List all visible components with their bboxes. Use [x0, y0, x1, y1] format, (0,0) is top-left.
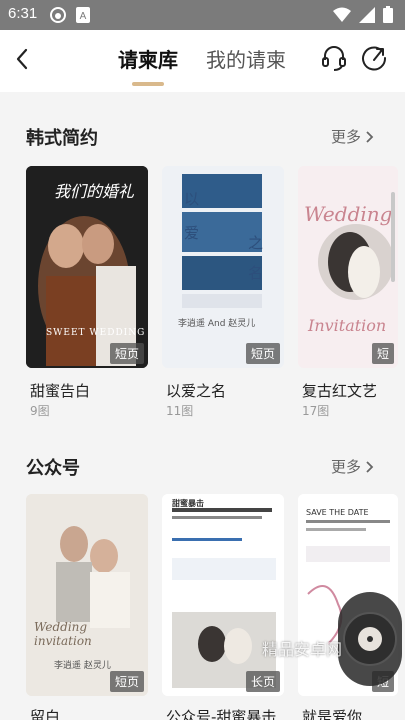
active-tab-indicator: [132, 82, 164, 86]
page-type-badge: 短页: [109, 343, 144, 364]
card-image-count: 11图: [166, 404, 194, 418]
card-image-count: 17图: [302, 404, 330, 418]
cover-char-3: 之: [248, 234, 264, 252]
battery-icon: [383, 6, 393, 23]
status-icons: [333, 6, 393, 23]
cover-image: [298, 166, 398, 368]
cover-image: [162, 166, 284, 368]
template-card-sweet-confession[interactable]: 我们的婚礼 SWEET WEDDING 短页: [26, 166, 148, 368]
cover-subtitle: Invitation: [308, 316, 387, 335]
page-type-badge: 短页: [245, 343, 280, 364]
wifi-icon: [333, 7, 351, 22]
template-card-in-the-name-of-love[interactable]: 以 爱 之 名 李逍遥 And 赵灵儿 短页: [162, 166, 284, 368]
card-title: 以爱之名: [166, 382, 227, 400]
card-title: 公众号-甜蜜暴击: [166, 708, 277, 720]
cover-names: 李逍遥 赵灵儿: [54, 661, 111, 671]
chevron-right-icon: [366, 130, 374, 143]
more-link-official-account[interactable]: 更多: [331, 456, 375, 477]
keyboard-a-icon: A: [76, 7, 90, 23]
cover-char-1: 以: [184, 190, 200, 208]
card-title: 就是爱你: [302, 708, 363, 720]
share-icon[interactable]: [360, 44, 388, 72]
headset-status-icon: [50, 7, 66, 23]
status-bar: 6:31 A: [0, 0, 405, 30]
section-title-official-account: 公众号: [26, 458, 80, 479]
more-link-korean-simple[interactable]: 更多: [331, 126, 375, 147]
cover-char-2: 爱: [184, 224, 200, 242]
template-card-sweet-crit[interactable]: 甜蜜暴击 长页: [162, 494, 284, 696]
card-image-count: 9图: [30, 404, 50, 418]
card-title: 留白: [30, 708, 61, 720]
cover-subtitle: SWEET WEDDING: [46, 328, 146, 338]
tab-invitation-library[interactable]: 请柬库: [118, 44, 178, 73]
card-title: 甜蜜告白: [30, 382, 91, 400]
template-card-blank[interactable]: Wedding invitation 李逍遥 赵灵儿 短页: [26, 494, 148, 696]
header: 请柬库 我的请柬: [0, 30, 405, 92]
cover-title: SAVE THE DATE: [306, 508, 369, 517]
page-type-badge: 长页: [245, 671, 280, 692]
signal-icon: [359, 6, 375, 23]
page-type-badge: 短: [371, 343, 394, 364]
chevron-right-icon: [366, 460, 374, 473]
cover-title: Wedding: [304, 202, 393, 226]
cover-char-4: 名: [248, 264, 264, 282]
card-title: 复古红文艺: [302, 382, 378, 400]
customer-service-icon[interactable]: [320, 44, 348, 72]
disc-icon: [343, 612, 397, 666]
cover-title: Wedding invitation: [34, 620, 92, 648]
section-title-korean-simple: 韩式简约: [26, 128, 98, 149]
more-label: 更多: [330, 458, 361, 476]
back-icon[interactable]: [12, 46, 34, 72]
cover-image: [162, 494, 284, 696]
page-type-badge: 短页: [109, 671, 144, 692]
watermark-text: 精品安卓网: [262, 640, 343, 659]
template-card-retro-red-art[interactable]: Wedding Invitation 短: [298, 166, 398, 368]
cover-title: 我们的婚礼: [54, 182, 135, 201]
floating-music-button[interactable]: [338, 592, 402, 686]
status-time: 6:31: [8, 5, 38, 22]
svg-text:A: A: [80, 11, 87, 22]
more-label: 更多: [330, 128, 361, 146]
cover-names: 李逍遥 And 赵灵儿: [178, 319, 256, 329]
scrollbar[interactable]: [391, 192, 395, 282]
cover-title: 甜蜜暴击: [172, 499, 204, 508]
tab-my-invitations[interactable]: 我的请柬: [206, 44, 286, 73]
